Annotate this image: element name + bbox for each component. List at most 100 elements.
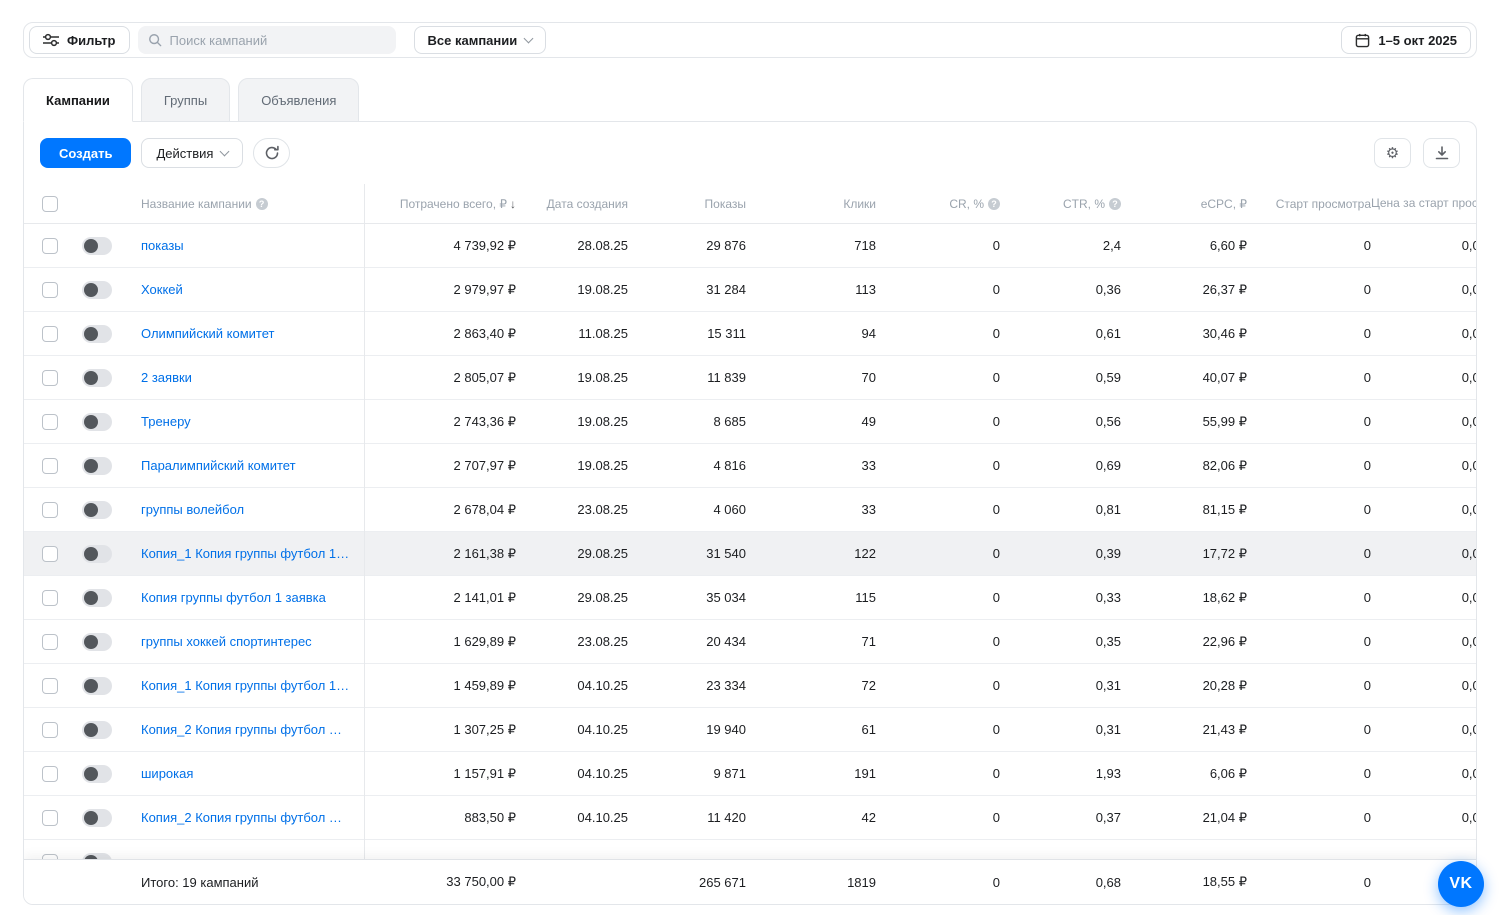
actions-dropdown[interactable]: Действия — [141, 138, 244, 168]
column-header-start-view[interactable]: Старт просмотра — [1247, 197, 1371, 211]
cell-spent: 883,50 ₽ — [464, 809, 516, 825]
column-header-name[interactable]: Название кампании? — [114, 197, 364, 211]
cell-clicks: 94 — [861, 326, 876, 341]
row-status-toggle[interactable] — [82, 764, 112, 783]
campaign-name-link[interactable]: Копия_1 Копия группы футбол 1… — [141, 678, 349, 693]
row-status-toggle[interactable] — [82, 236, 112, 255]
info-icon[interactable]: ? — [1109, 198, 1121, 211]
campaign-name-link[interactable]: Копия_2 Копия группы футбол … — [141, 722, 342, 737]
row-checkbox[interactable] — [42, 633, 58, 650]
row-name-cell: Копия_1 Копия группы футбол 1… — [114, 678, 364, 693]
campaign-name-link[interactable]: Копия группы футбол 1 заявка — [141, 590, 326, 605]
cell-clicks: 122 — [854, 546, 876, 561]
row-name-cell: широкая — [114, 766, 364, 781]
column-header-clicks[interactable]: Клики — [746, 197, 876, 211]
row-check-cell — [24, 369, 68, 386]
info-icon[interactable]: ? — [988, 198, 1000, 211]
chevron-down-icon — [523, 33, 534, 43]
row-checkbox[interactable] — [42, 765, 58, 782]
row-status-toggle[interactable] — [82, 544, 112, 563]
cell-spent: 2 707,97 ₽ — [453, 457, 517, 473]
row-checkbox[interactable] — [42, 501, 58, 518]
column-header-created[interactable]: Дата создания — [516, 197, 628, 211]
cell-cr: 0 — [992, 810, 1000, 825]
cell-spent: 1 157,91 ₽ — [453, 765, 517, 781]
column-header-spent[interactable]: Потрачено всего, ₽ ↓ — [364, 197, 516, 211]
date-range-picker[interactable]: 1–5 окт 2025 — [1341, 26, 1471, 54]
campaign-name-link[interactable]: Хоккей — [141, 282, 183, 297]
search-input[interactable] — [169, 32, 386, 48]
campaign-name-link[interactable]: широкая — [141, 766, 193, 781]
row-checkbox[interactable] — [42, 281, 58, 298]
create-button[interactable]: Создать — [40, 138, 132, 168]
cell-created: 23.08.25 — [577, 502, 628, 517]
campaign-search[interactable] — [137, 26, 396, 54]
cell-price-start: 0,00 — [1461, 722, 1476, 737]
row-checkbox[interactable] — [42, 457, 58, 474]
row-toggle-cell — [68, 236, 114, 255]
info-icon[interactable]: ? — [255, 198, 268, 211]
cell-ctr: 0,61 — [1095, 326, 1121, 341]
table-settings-button[interactable]: ⚙ — [1374, 138, 1411, 168]
cell-ctr: 0,35 — [1095, 634, 1121, 649]
select-all-checkbox[interactable] — [42, 195, 58, 212]
row-checkbox[interactable] — [42, 369, 58, 386]
refresh-button[interactable] — [253, 138, 291, 168]
row-name-cell: Копия_2 Копия группы футбол … — [114, 810, 364, 825]
row-checkbox[interactable] — [42, 237, 58, 254]
cell-created: 04.10.25 — [577, 678, 628, 693]
cell-cr: 0 — [992, 238, 1000, 253]
cell-cr: 0 — [992, 678, 1000, 693]
campaign-name-link[interactable]: Паралимпийский комитет — [141, 458, 296, 473]
cell-spent: 1 307,25 ₽ — [453, 721, 517, 737]
row-checkbox[interactable] — [42, 721, 58, 738]
campaign-name-link[interactable]: группы волейбол — [141, 502, 244, 517]
cell-spent: 1 459,89 ₽ — [453, 677, 517, 693]
vk-logo-button[interactable]: VK — [1438, 861, 1484, 907]
row-status-toggle[interactable] — [82, 500, 112, 519]
column-header-ctr-label: CTR, % — [1063, 196, 1105, 211]
column-header-shows[interactable]: Показы — [628, 197, 746, 211]
row-checkbox[interactable] — [42, 545, 58, 562]
tab-groups[interactable]: Группы — [140, 78, 231, 122]
row-status-toggle[interactable] — [82, 632, 112, 651]
row-status-toggle[interactable] — [82, 412, 112, 431]
row-checkbox[interactable] — [42, 413, 58, 430]
campaign-name-link[interactable]: 2 заявки — [141, 370, 192, 385]
cell-spent: 2 805,07 ₽ — [453, 369, 517, 385]
cell-ecpc: 26,37 ₽ — [1202, 281, 1247, 297]
row-status-toggle[interactable] — [82, 588, 112, 607]
row-status-toggle[interactable] — [82, 324, 112, 343]
row-checkbox[interactable] — [42, 809, 58, 826]
row-status-toggle[interactable] — [82, 280, 112, 299]
row-checkbox[interactable] — [42, 325, 58, 342]
row-status-toggle[interactable] — [82, 676, 112, 695]
export-download-button[interactable] — [1423, 138, 1460, 168]
campaign-name-link[interactable]: показы — [141, 238, 184, 253]
column-header-ctr[interactable]: CTR, %? — [1000, 197, 1121, 211]
campaign-name-link[interactable]: Олимпийский комитет — [141, 326, 274, 341]
row-name-cell: Копия_1 Копия группы футбол 1… — [114, 546, 364, 561]
cell-shows: 20 434 — [706, 634, 746, 649]
row-checkbox[interactable] — [42, 589, 58, 606]
campaign-scope-selector[interactable]: Все кампании — [413, 26, 547, 54]
campaign-name-link[interactable]: Копия_1 Копия группы футбол 1… — [141, 546, 349, 561]
row-status-toggle[interactable] — [82, 808, 112, 827]
cell-price-start: 0,00 — [1461, 810, 1476, 825]
row-status-toggle[interactable] — [82, 720, 112, 739]
campaign-name-link[interactable]: Тренеру — [141, 414, 191, 429]
tab-campaigns[interactable]: Кампании — [23, 78, 133, 122]
column-header-cr[interactable]: CR, %? — [876, 197, 1000, 211]
tab-ads-label: Объявления — [261, 92, 337, 108]
tab-ads[interactable]: Объявления — [238, 78, 360, 122]
cell-shows: 19 940 — [706, 722, 746, 737]
row-status-toggle[interactable] — [82, 368, 112, 387]
column-header-ecpc[interactable]: eCPC, ₽ — [1121, 197, 1247, 211]
row-status-toggle[interactable] — [82, 456, 112, 475]
row-checkbox[interactable] — [42, 677, 58, 694]
campaign-name-link[interactable]: Копия_2 Копия группы футбол … — [141, 810, 342, 825]
filter-button[interactable]: Фильтр — [29, 26, 130, 54]
cell-spent: 2 678,04 ₽ — [453, 501, 517, 517]
campaign-name-link[interactable]: группы хоккей спортинтерес — [141, 634, 312, 649]
column-header-price-start[interactable]: Цена за старт просмотра — [1371, 196, 1476, 211]
